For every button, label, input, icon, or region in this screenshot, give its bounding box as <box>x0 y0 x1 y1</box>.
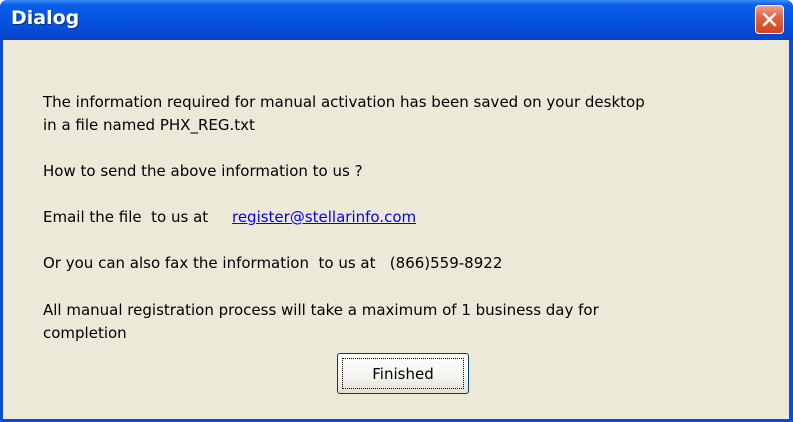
finished-button-label: Finished <box>342 358 464 389</box>
email-line: Email the file to us at register@stellar… <box>43 206 416 228</box>
close-icon <box>762 12 777 27</box>
fax-text: Or you can also fax the information to u… <box>43 254 503 272</box>
activation-message-line-2: in a file named PHX_REG.txt <box>43 116 255 134</box>
finished-button[interactable]: Finished <box>337 353 469 394</box>
activation-message-line-1: The information required for manual acti… <box>43 93 645 111</box>
completion-text-line-1: All manual registration process will tak… <box>43 301 599 319</box>
title-bar[interactable]: Dialog <box>0 0 793 40</box>
close-button[interactable] <box>755 5 784 34</box>
how-to-send-text: How to send the above information to us … <box>43 162 363 180</box>
completion-text-line-2: completion <box>43 324 127 342</box>
window-title: Dialog <box>11 7 80 29</box>
email-link[interactable]: register@stellarinfo.com <box>232 208 416 226</box>
email-prefix-text: Email the file to us at <box>43 208 232 226</box>
